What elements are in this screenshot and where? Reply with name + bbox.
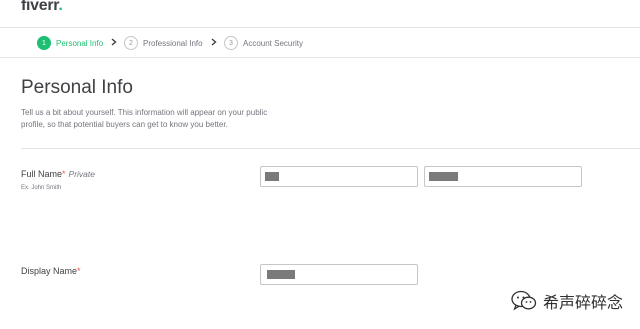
chevron-right-icon: [209, 36, 219, 48]
required-mark: *: [77, 266, 81, 276]
chevron-right-icon: [109, 36, 119, 48]
page-description: Tell us a bit about yourself. This infor…: [21, 108, 268, 129]
wechat-icon: [511, 290, 537, 312]
redacted-value: [265, 172, 279, 181]
step-label: Account Security: [243, 38, 304, 48]
step-label: Professional Info: [143, 38, 203, 48]
page-title: Personal Info: [21, 77, 133, 98]
private-note: Private: [68, 169, 95, 179]
last-name-input[interactable]: [424, 166, 582, 187]
step-number: 1: [37, 36, 51, 50]
watermark: 希声碎碎念: [511, 289, 623, 313]
display-name-label: Display Name*: [21, 266, 81, 276]
full-name-label: Full Name* Private: [21, 169, 95, 179]
fiverr-logo[interactable]: fiverr.: [21, 0, 63, 15]
redacted-value: [267, 270, 295, 279]
section-divider: [21, 148, 640, 149]
step-number: 2: [124, 36, 138, 50]
top-header: fiverr.: [0, 0, 640, 28]
step-number: 3: [224, 36, 238, 50]
required-mark: *: [62, 169, 66, 179]
step-label: Personal Info: [56, 38, 104, 48]
display-name-input[interactable]: [260, 264, 418, 285]
redacted-value: [429, 172, 458, 181]
full-name-hint: Ex. John Smith: [21, 185, 62, 191]
first-name-input[interactable]: [260, 166, 418, 187]
step-professional-info[interactable]: 2 Professional Info: [124, 35, 203, 51]
step-account-security[interactable]: 3 Account Security: [224, 35, 303, 51]
step-personal-info[interactable]: 1 Personal Info: [37, 35, 103, 51]
watermark-text: 希声碎碎念: [543, 293, 624, 312]
